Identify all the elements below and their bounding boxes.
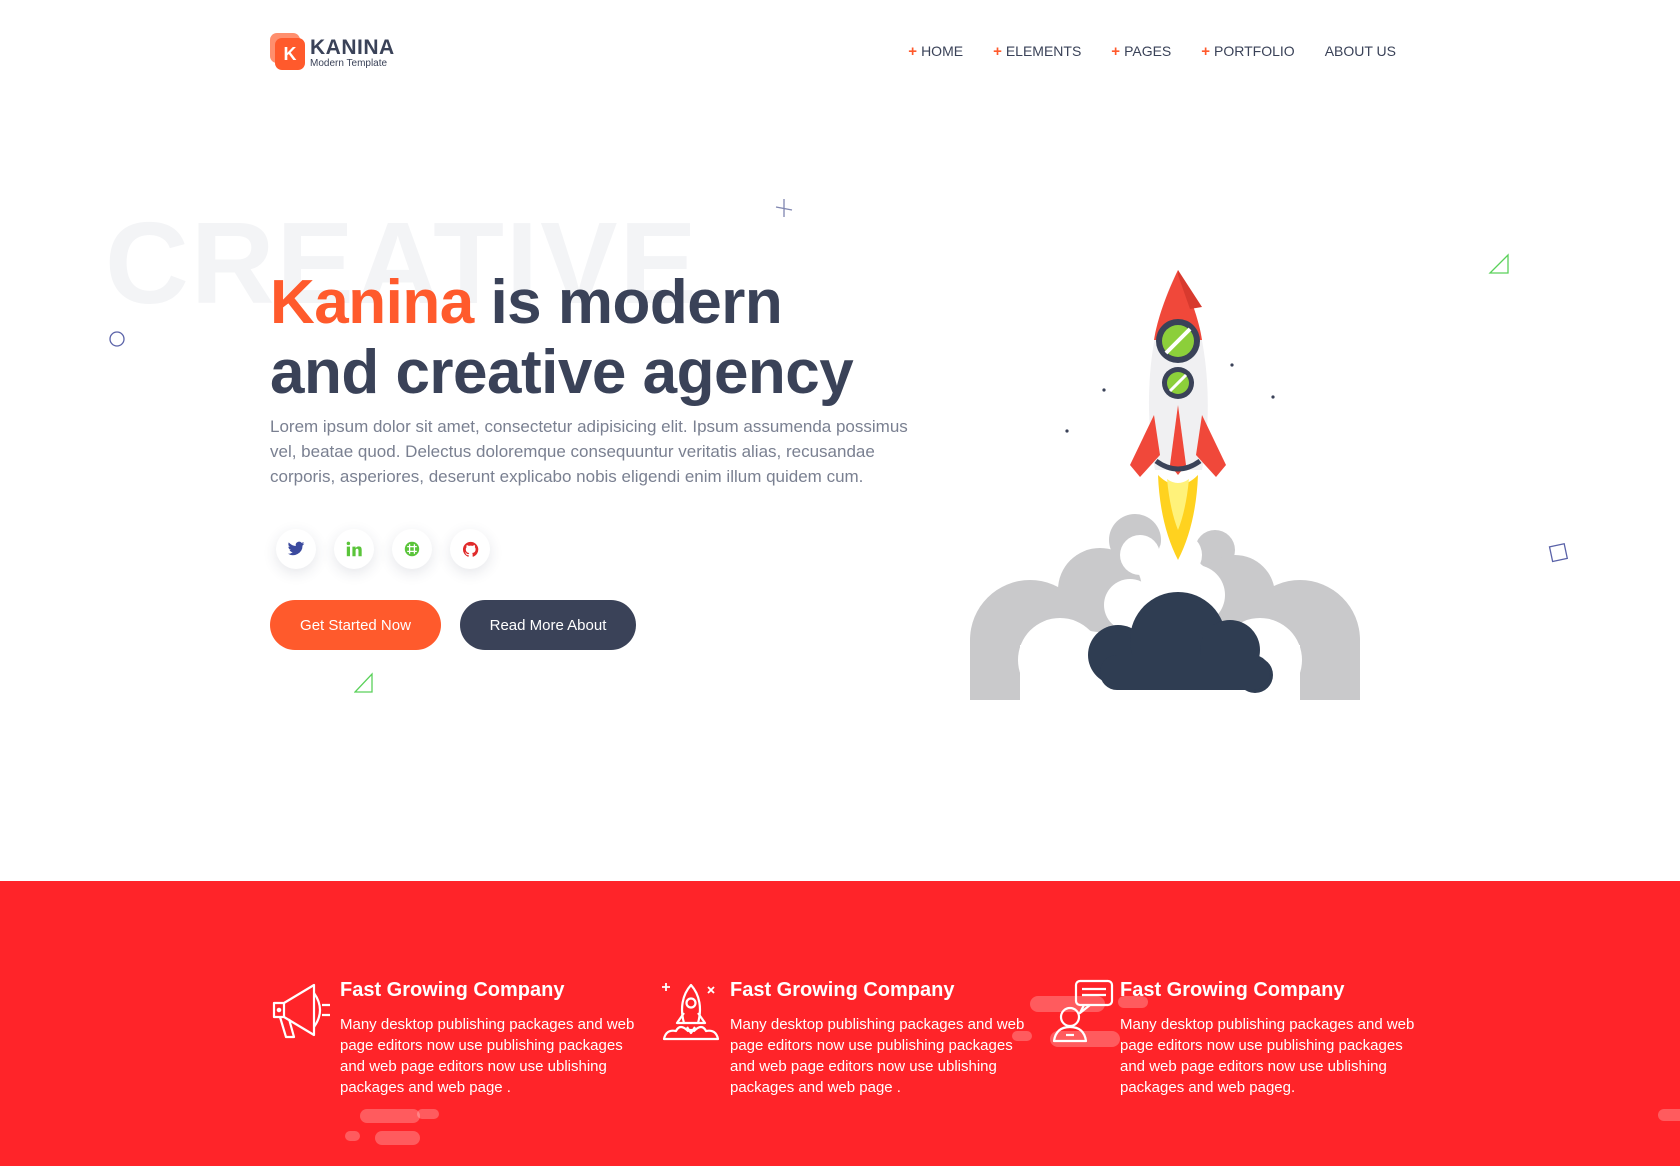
nav-elements[interactable]: + ELEMENTS: [993, 43, 1081, 59]
main-nav: + HOME + ELEMENTS + PAGES + PORTFOLIO ABOUT …: [908, 43, 1396, 59]
triangle-decoration-icon: [1488, 253, 1509, 274]
nav-home[interactable]: + HOME: [908, 43, 963, 59]
nav-pages[interactable]: + PAGES: [1111, 43, 1171, 59]
feature-text: Many desktop publishing packages and web…: [340, 1016, 635, 1096]
hero-title: Kanina is modern and creative agency: [270, 268, 854, 407]
decorative-blob: [417, 1109, 439, 1119]
linkedin-button[interactable]: [334, 529, 374, 569]
megaphone-icon: [272, 983, 330, 1039]
support-chat-icon: [1052, 979, 1114, 1043]
circle-decoration-icon: [109, 331, 125, 347]
decorative-blob: [375, 1131, 420, 1145]
nav-portfolio[interactable]: + PORTFOLIO: [1201, 43, 1294, 59]
plus-icon: +: [993, 42, 1002, 60]
hero-description: Lorem ipsum dolor sit amet, consectetur …: [270, 417, 908, 486]
plus-icon: +: [1111, 42, 1121, 60]
decorative-blob: [1658, 1109, 1680, 1121]
feature-card: Fast Growing Company Many desktop publis…: [1050, 979, 1420, 1098]
logo-mark-icon: K: [270, 33, 308, 73]
logo-name: KANINA: [310, 36, 395, 59]
social-links: [276, 529, 490, 569]
feature-title: Fast Growing Company: [730, 979, 955, 1001]
read-more-button[interactable]: Read More About: [460, 600, 636, 650]
plus-icon: +: [1201, 42, 1211, 60]
feature-card: Fast Growing Company Many desktop publis…: [270, 979, 640, 1098]
github-icon: [462, 541, 478, 557]
feature-title: Fast Growing Company: [1120, 979, 1345, 1001]
square-decoration-icon: [1548, 542, 1569, 563]
features-section: Fast Growing Company Many desktop publis…: [0, 881, 1680, 1166]
plus-decoration-icon: [775, 199, 793, 217]
get-started-button[interactable]: Get Started Now: [270, 600, 441, 650]
nav-about-us[interactable]: ABOUT US: [1325, 43, 1396, 59]
feature-title: Fast Growing Company: [340, 979, 565, 1001]
decorative-blob: [345, 1131, 360, 1141]
slack-button[interactable]: [392, 529, 432, 569]
triangle-decoration-icon: [354, 672, 373, 693]
feature-text: Many desktop publishing packages and web…: [730, 1016, 1025, 1096]
plus-icon: +: [908, 42, 918, 60]
logo[interactable]: K KANINA Modern Template: [270, 33, 410, 73]
rocket-icon: [662, 983, 720, 1041]
logo-subtitle: Modern Template: [310, 58, 388, 69]
rocket-launch-illustration: [970, 270, 1360, 700]
linkedin-icon: [346, 541, 362, 557]
slack-icon: [404, 541, 420, 557]
decorative-blob: [360, 1109, 420, 1123]
twitter-button[interactable]: [276, 529, 316, 569]
feature-card: Fast Growing Company Many desktop publis…: [660, 979, 1030, 1098]
twitter-icon: [287, 541, 305, 556]
github-button[interactable]: [450, 529, 490, 569]
feature-text: Many desktop publishing packages and web…: [1120, 1016, 1415, 1096]
